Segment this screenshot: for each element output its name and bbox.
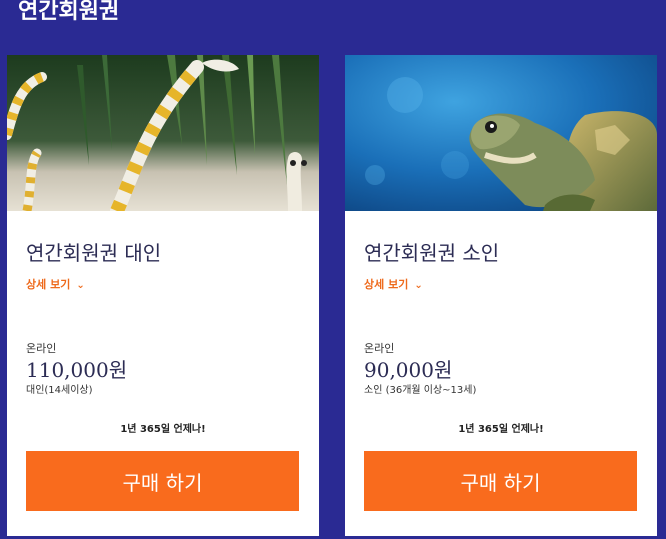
membership-card-child: 연간회원권 소인 상세 보기 ⌄ 온라인 90,000원 소인 (36개월 이상~… bbox=[345, 55, 657, 536]
buy-button[interactable]: 구매 하기 bbox=[26, 451, 299, 511]
chevron-down-icon: ⌄ bbox=[76, 280, 85, 291]
detail-label: 상세 보기 bbox=[26, 278, 71, 291]
sales-channel: 온라인 bbox=[26, 342, 57, 355]
price: 110,000원 bbox=[26, 358, 128, 382]
detail-label: 상세 보기 bbox=[364, 278, 409, 291]
age-condition: 소인 (36개월 이상~13세) bbox=[364, 385, 477, 396]
card-title: 연간회원권 대인 bbox=[26, 241, 162, 265]
tagline: 1년 365일 언제나! bbox=[120, 424, 206, 435]
detail-link[interactable]: 상세 보기 ⌄ bbox=[364, 277, 423, 294]
card-title: 연간회원권 소인 bbox=[364, 241, 500, 265]
age-condition: 대인(14세이상) bbox=[26, 385, 93, 396]
buy-button[interactable]: 구매 하기 bbox=[364, 451, 637, 511]
sales-channel: 온라인 bbox=[364, 342, 395, 355]
chevron-down-icon: ⌄ bbox=[414, 280, 423, 291]
detail-link[interactable]: 상세 보기 ⌄ bbox=[26, 277, 85, 294]
garden-eel-photo bbox=[7, 55, 319, 211]
page-title: 연간회원권 bbox=[18, 0, 120, 24]
membership-card-adult: 연간회원권 대인 상세 보기 ⌄ 온라인 110,000원 대인(14세이상) 1… bbox=[7, 55, 319, 536]
sea-turtle-photo bbox=[345, 55, 657, 211]
price: 90,000원 bbox=[364, 358, 453, 382]
tagline: 1년 365일 언제나! bbox=[458, 424, 544, 435]
